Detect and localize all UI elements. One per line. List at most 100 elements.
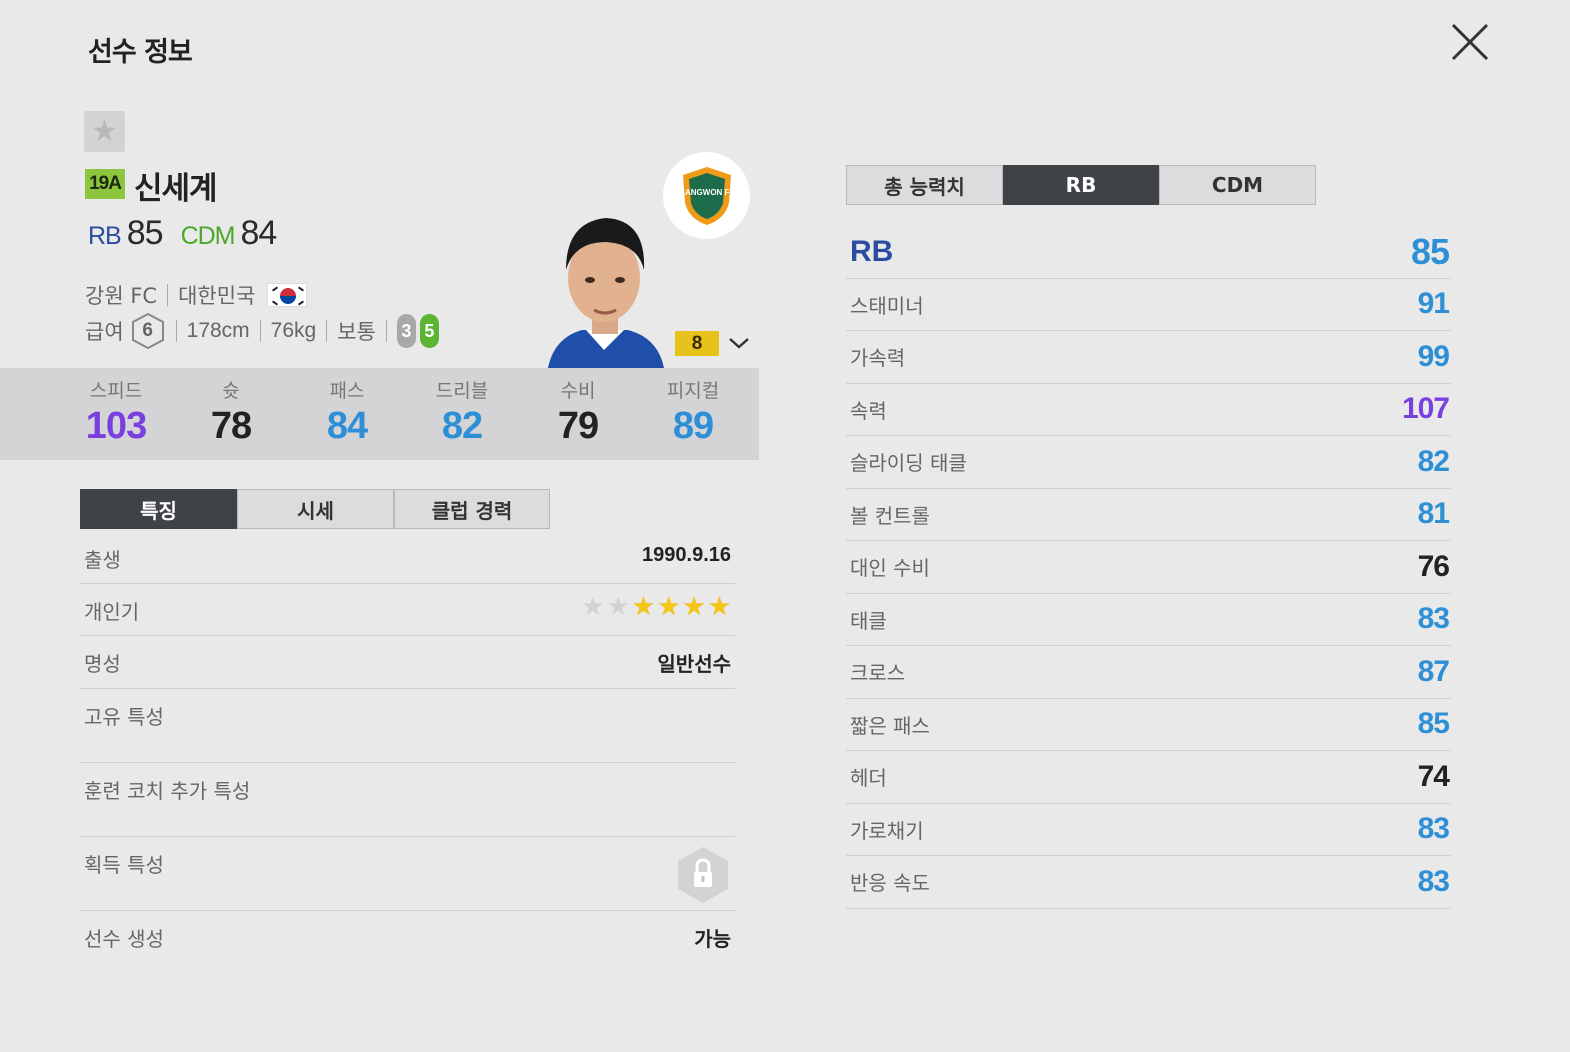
salary-label: 급여 xyxy=(85,320,124,344)
attribute-name: 속력 xyxy=(850,398,887,423)
player-photo xyxy=(548,218,664,368)
tab-club-history[interactable]: 클럽 경력 xyxy=(394,489,550,529)
weight-value: 76kg xyxy=(270,319,317,342)
player-name: 신세계 xyxy=(134,171,218,207)
attribute-row: 슬라이딩 태클 82 xyxy=(846,436,1451,489)
attribute-row: 가속력 99 xyxy=(846,331,1451,384)
star-filled-icon: ★ xyxy=(631,592,656,622)
reputation-value: 일반선수 xyxy=(657,652,731,676)
attribute-name: 슬라이딩 태클 xyxy=(850,451,967,476)
attribute-value: 74 xyxy=(1417,759,1450,793)
attribute-name: 짧은 패스 xyxy=(850,713,930,738)
detail-label: 출생 xyxy=(84,548,121,572)
close-icon xyxy=(1451,23,1489,61)
detail-label: 선수 생성 xyxy=(84,927,164,951)
attribute-name: 크로스 xyxy=(850,661,906,686)
tab-rb[interactable]: RB xyxy=(1003,165,1159,205)
body-type: 보통 xyxy=(337,320,376,344)
attribute-value: 82 xyxy=(1417,444,1450,478)
detail-list: 출생 1990.9.16 개인기 ★ ★ ★ ★ ★ ★ 명성 일반선수 고유 특성 훈련… xyxy=(80,532,735,963)
stat-value: 82 xyxy=(441,405,483,447)
position-tabs: 총 능력치 RB CDM xyxy=(846,165,1316,205)
club-name: 강원 FC xyxy=(85,284,158,308)
birth-value: 1990.9.16 xyxy=(642,544,731,566)
position-ovr: 84 xyxy=(240,214,278,252)
tab-features[interactable]: 특징 xyxy=(80,489,237,529)
tab-total-stats[interactable]: 총 능력치 xyxy=(846,165,1003,205)
stat-passing: 패스 84 xyxy=(297,376,397,448)
stat-value: 78 xyxy=(210,405,252,447)
korea-flag-icon xyxy=(267,283,308,307)
star-filled-icon: ★ xyxy=(657,592,681,622)
stat-defending: 수비 79 xyxy=(528,376,628,448)
attribute-row: 헤더 74 xyxy=(846,751,1451,804)
detail-row-birth: 출생 1990.9.16 xyxy=(80,532,735,584)
position-ovr-row: RB 85 xyxy=(846,226,1451,279)
divider xyxy=(167,284,169,306)
stat-name: 슛 xyxy=(222,380,240,402)
stat-value: 89 xyxy=(672,405,714,447)
detail-label: 획득 특성 xyxy=(84,853,164,877)
favorite-button[interactable]: ★ xyxy=(84,111,125,152)
stat-value: 79 xyxy=(557,405,599,447)
physical-info-row: 급여 6 178cm 76kg 보통 3 5 xyxy=(85,312,439,350)
create-value: 가능 xyxy=(694,927,731,951)
attribute-value: 76 xyxy=(1417,549,1450,583)
star-empty-icon: ★ xyxy=(581,592,605,622)
lock-icon[interactable] xyxy=(675,845,731,905)
detail-label: 고유 특성 xyxy=(84,705,164,729)
weak-foot-badge: 3 xyxy=(396,314,416,348)
attribute-value: 85 xyxy=(1417,707,1450,741)
attribute-name: 스태미너 xyxy=(850,293,924,318)
summary-stats-band: 스피드 103 슛 78 패스 84 드리블 82 수비 79 피지컬 89 xyxy=(0,368,759,460)
favorite-star-icon: ★ xyxy=(91,113,118,149)
stat-shooting: 슛 78 xyxy=(181,376,281,448)
close-button[interactable] xyxy=(1446,18,1494,66)
enhance-level-badge: 8 xyxy=(675,331,719,356)
attribute-row: 반응 속도 83 xyxy=(846,856,1451,909)
detail-label: 명성 xyxy=(84,652,121,676)
height-value: 178cm xyxy=(186,319,250,342)
position-name: RB xyxy=(850,234,894,268)
attribute-value: 83 xyxy=(1417,602,1450,636)
attribute-name: 반응 속도 xyxy=(850,871,930,896)
detail-row-coach-traits: 훈련 코치 추가 특성 xyxy=(80,763,735,837)
nation-name: 대한민국 xyxy=(178,284,256,308)
detail-row-popularity: 개인기 ★ ★ ★ ★ ★ ★ xyxy=(80,584,735,636)
detail-row-create: 선수 생성 가능 xyxy=(80,911,735,963)
tab-cdm[interactable]: CDM xyxy=(1159,165,1316,205)
divider xyxy=(259,320,261,342)
strong-foot-badge: 5 xyxy=(419,314,439,348)
attribute-row: 태클 83 xyxy=(846,594,1451,646)
attribute-list: RB 85 스태미너 91 가속력 99 속력 107 슬라이딩 태클 82 볼 컨트롤 81 대인… xyxy=(846,226,1451,909)
detail-tabs: 특징 시세 클럽 경력 xyxy=(80,489,550,529)
attribute-name: 가속력 xyxy=(850,346,906,371)
season-badge: 19A xyxy=(85,169,125,199)
tab-market-price[interactable]: 시세 xyxy=(237,489,394,529)
stat-name: 드리블 xyxy=(435,380,489,402)
attribute-row: 속력 107 xyxy=(846,384,1451,436)
stat-name: 스피드 xyxy=(89,380,143,402)
popularity-stars: ★ ★ ★ ★ ★ ★ xyxy=(581,594,731,620)
star-filled-icon: ★ xyxy=(682,592,706,622)
club-nation-row: 강원 FC 대한민국 xyxy=(85,280,308,310)
divider xyxy=(385,320,387,342)
divider xyxy=(326,320,328,342)
position-ovr-value: 85 xyxy=(1410,230,1450,272)
attribute-name: 헤더 xyxy=(850,766,887,791)
page-title: 선수 정보 xyxy=(88,37,193,68)
attribute-name: 볼 컨트롤 xyxy=(850,503,930,528)
attribute-row: 볼 컨트롤 81 xyxy=(846,489,1451,541)
club-logo-text: GANGWON FC xyxy=(679,188,735,197)
attribute-row: 크로스 87 xyxy=(846,646,1451,699)
stat-value: 84 xyxy=(326,405,368,447)
club-logo-icon: GANGWON FC xyxy=(663,152,750,239)
position-label: RB xyxy=(88,222,122,250)
detail-row-traits: 고유 특성 xyxy=(80,689,735,763)
chevron-down-icon[interactable] xyxy=(726,333,752,353)
attribute-row: 가로채기 83 xyxy=(846,804,1451,856)
attribute-row: 대인 수비 76 xyxy=(846,541,1451,594)
stat-name: 수비 xyxy=(560,380,596,402)
position-ovr: 85 xyxy=(126,214,164,252)
star-filled-icon: ★ xyxy=(707,592,731,622)
